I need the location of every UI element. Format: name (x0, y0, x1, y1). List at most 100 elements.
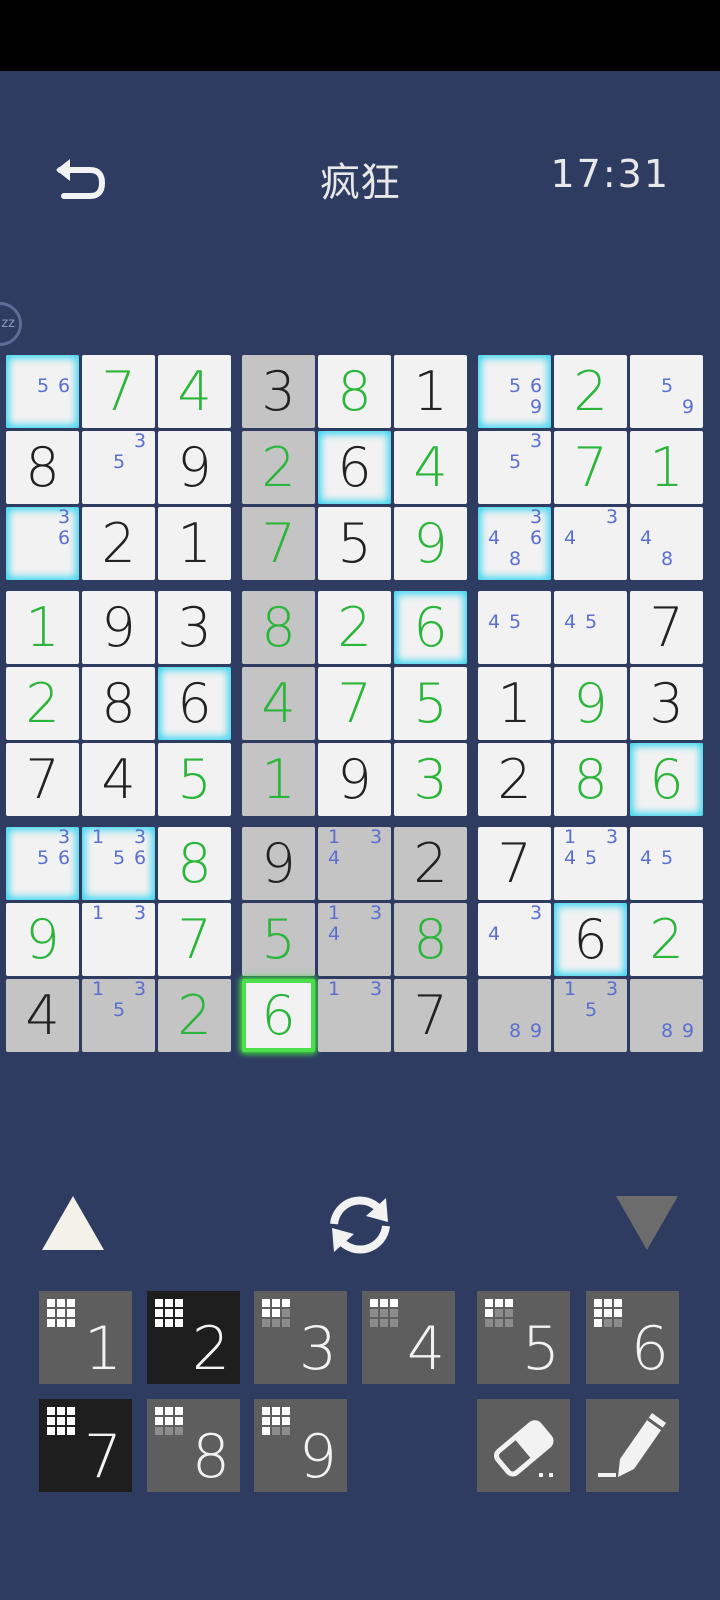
arrow-up-icon[interactable] (40, 1194, 106, 1252)
board-cell[interactable]: 3468 (478, 506, 551, 580)
board-cell[interactable]: 2 (478, 743, 551, 816)
board-cell[interactable]: 8 (6, 431, 79, 504)
arrow-down-icon[interactable] (614, 1194, 680, 1252)
board-cell[interactable]: 2 (630, 903, 703, 976)
board-cell[interactable]: 9 (318, 743, 391, 816)
board-cell[interactable]: 45 (630, 827, 703, 900)
board-cell[interactable]: 6 (394, 591, 467, 664)
board-cell[interactable]: 4 (6, 979, 79, 1052)
board-cell[interactable]: 3 (158, 591, 231, 664)
board-cell[interactable]: 135 (82, 978, 155, 1052)
pencil-note: 4 (327, 847, 341, 869)
board-cell[interactable]: 4 (158, 355, 231, 428)
board-cell[interactable]: 7 (478, 827, 551, 900)
board-cell[interactable]: 35 (82, 430, 155, 504)
board-cell[interactable]: 3 (394, 743, 467, 816)
board-cell[interactable]: 59 (630, 355, 703, 428)
board-cell[interactable]: 4 (82, 743, 155, 816)
board-cell[interactable]: 7 (242, 507, 315, 580)
board-cell[interactable]: 89 (630, 979, 703, 1052)
number-key-7[interactable]: 7 (39, 1399, 132, 1492)
board-cell[interactable]: 9 (394, 507, 467, 580)
board-cell[interactable]: 45 (554, 591, 627, 664)
board-cell[interactable]: 13 (82, 902, 155, 976)
count-grid-icon (485, 1299, 515, 1329)
board-cell[interactable]: 5 (394, 667, 467, 740)
board-cell[interactable]: 5 (242, 903, 315, 976)
board-cell[interactable]: 48 (630, 507, 703, 580)
board-cell[interactable]: 9 (6, 903, 79, 976)
eraser-button[interactable] (477, 1399, 570, 1492)
board-cell[interactable]: 2 (158, 979, 231, 1052)
board-cell[interactable]: 7 (318, 667, 391, 740)
board-cell[interactable]: 3 (630, 667, 703, 740)
board-cell[interactable]: 1 (478, 667, 551, 740)
board-cell[interactable]: 2 (394, 827, 467, 900)
board-cell[interactable]: 2 (6, 667, 79, 740)
number-key-3[interactable]: 3 (254, 1291, 347, 1384)
number-key-2[interactable]: 2 (147, 1291, 240, 1384)
board-cell[interactable]: 1 (630, 431, 703, 504)
board-cell[interactable]: 9 (242, 827, 315, 900)
board-cell[interactable]: 356 (6, 826, 79, 900)
board-cell[interactable]: 45 (478, 591, 551, 664)
pencil-note: 3 (605, 826, 619, 848)
board-cell[interactable]: 6 (630, 743, 703, 816)
number-key-8[interactable]: 8 (147, 1399, 240, 1492)
board-cell[interactable]: 8 (82, 667, 155, 740)
board-cell[interactable]: 34 (478, 902, 551, 976)
board-cell[interactable]: 7 (158, 903, 231, 976)
board-cell[interactable]: 8 (242, 591, 315, 664)
number-key-5[interactable]: 5 (477, 1291, 570, 1384)
board-cell[interactable]: 4 (242, 667, 315, 740)
board-cell[interactable]: 8 (554, 743, 627, 816)
board-cell[interactable]: 7 (82, 355, 155, 428)
board-cell[interactable]: 5 (158, 743, 231, 816)
refresh-icon[interactable] (324, 1194, 396, 1256)
board-cell[interactable]: 9 (82, 591, 155, 664)
board-cell[interactable]: 9 (158, 431, 231, 504)
board-cell[interactable]: 9 (554, 667, 627, 740)
board-cell[interactable]: 6 (554, 903, 627, 976)
board-cell[interactable]: 1 (158, 507, 231, 580)
board-cell[interactable]: 3 (242, 355, 315, 428)
board-cell[interactable]: 36 (6, 506, 79, 580)
board-cell[interactable]: 1345 (554, 826, 627, 900)
board-cell[interactable]: 2 (242, 431, 315, 504)
board-cell[interactable]: 7 (630, 591, 703, 664)
number-key-4[interactable]: 4 (362, 1291, 455, 1384)
board-cell[interactable]: 6 (242, 979, 315, 1052)
cell-digit: 7 (337, 672, 372, 735)
number-key-1[interactable]: 1 (39, 1291, 132, 1384)
board-cell[interactable]: 135 (554, 978, 627, 1052)
board-cell[interactable]: 6 (318, 431, 391, 504)
board-cell[interactable]: 134 (318, 826, 391, 900)
board-cell[interactable]: 89 (478, 979, 551, 1052)
board-cell[interactable]: 2 (318, 591, 391, 664)
board-cell[interactable]: 134 (318, 902, 391, 976)
board-cell[interactable]: 6 (158, 667, 231, 740)
board-cell[interactable]: 34 (554, 506, 627, 580)
board-cell[interactable]: 35 (478, 430, 551, 504)
number-key-6[interactable]: 6 (586, 1291, 679, 1384)
board-cell[interactable]: 1 (242, 743, 315, 816)
board-cell[interactable]: 8 (394, 903, 467, 976)
board-cell[interactable]: 5 (318, 507, 391, 580)
board-cell[interactable]: 13 (318, 978, 391, 1052)
board-cell[interactable]: 1 (394, 355, 467, 428)
board-cell[interactable]: 4 (394, 431, 467, 504)
board-cell[interactable]: 2 (554, 355, 627, 428)
board-cell[interactable]: 56 (6, 355, 79, 428)
board-cell[interactable]: 569 (478, 355, 551, 428)
board-cell[interactable]: 8 (318, 355, 391, 428)
board-cell[interactable]: 7 (6, 743, 79, 816)
pencil-button[interactable] (586, 1399, 679, 1492)
board-cell[interactable]: 1356 (82, 826, 155, 900)
board-cell[interactable]: 2 (82, 507, 155, 580)
number-key-9[interactable]: 9 (254, 1399, 347, 1492)
board-cell[interactable]: 8 (158, 827, 231, 900)
board-cell[interactable]: 1 (6, 591, 79, 664)
board-cell[interactable]: 7 (554, 431, 627, 504)
cell-digit: 3 (649, 672, 684, 735)
board-cell[interactable]: 7 (394, 979, 467, 1052)
